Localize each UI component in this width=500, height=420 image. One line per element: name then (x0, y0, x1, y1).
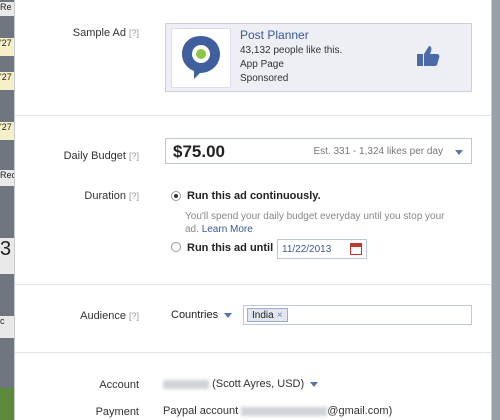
chevron-down-icon (224, 312, 233, 318)
ad-likes-count: 43,132 people like this. (240, 45, 343, 56)
section-divider (15, 115, 491, 116)
bg-fragment: Re (0, 2, 14, 16)
payment-email-suffix: @gmail.com) (327, 405, 393, 417)
audience-type-dropdown[interactable]: Countries (171, 309, 233, 321)
daily-budget-label: Daily Budget [?] (63, 150, 139, 162)
continuous-note: You'll spend your daily budget everyday … (185, 211, 445, 235)
redacted-account-name (163, 379, 209, 389)
section-divider (15, 352, 491, 353)
section-divider (15, 284, 491, 285)
daily-budget-select[interactable]: $75.00 Est. 331 - 1,324 likes per day (165, 138, 472, 164)
background-page-strip: Re '27 '27 '27 Rec 3 c (0, 0, 14, 420)
duration-label: Duration [?] (84, 190, 139, 202)
redacted-email (241, 406, 328, 416)
ad-page-type: App Page (240, 59, 284, 70)
ad-page-name[interactable]: Post Planner (240, 28, 309, 42)
payment-method: Paypal account @gmail.com) (163, 405, 392, 417)
bg-fragment: 3 (0, 238, 14, 274)
payment-prefix: Paypal account (163, 405, 239, 417)
help-link[interactable]: [?] (129, 28, 139, 38)
run-continuously-label[interactable]: Run this ad continuously. (187, 190, 321, 202)
audience-type-value: Countries (171, 309, 219, 321)
calendar-icon[interactable] (350, 243, 362, 255)
ad-sponsored-tag: Sponsored (240, 73, 289, 84)
run-until-radio[interactable] (171, 242, 181, 252)
budget-amount: $75.00 (173, 142, 225, 161)
like-thumb-icon (417, 46, 440, 66)
chevron-down-icon (310, 381, 319, 387)
end-date-input[interactable]: 11/22/2013 (277, 239, 367, 259)
account-owner: (Scott Ayres, USD) (212, 378, 305, 390)
run-continuously-radio[interactable] (171, 191, 181, 201)
bg-fragment: c (0, 316, 14, 338)
account-selector[interactable]: (Scott Ayres, USD) (163, 378, 319, 390)
run-until-label[interactable]: Run this ad until (187, 242, 273, 254)
remove-token-icon[interactable]: × (277, 310, 283, 321)
country-token: India × (247, 308, 288, 322)
payment-label: Payment (95, 406, 139, 418)
learn-more-link[interactable]: Learn More (202, 224, 253, 235)
sample-ad-preview: Post Planner 43,132 people like this. Ap… (165, 23, 472, 92)
country-token-input[interactable]: India × (243, 305, 472, 325)
help-link[interactable]: [?] (129, 191, 139, 201)
bg-fragment: '27 (0, 72, 14, 90)
account-label: Account (99, 379, 139, 391)
bg-fragment: Rec (0, 170, 14, 186)
background-right-edge (492, 0, 500, 420)
sample-ad-label: Sample Ad [?] (72, 27, 139, 39)
chevron-down-icon (455, 150, 463, 155)
ad-create-dialog: Sample Ad [?] Post Planner 43,132 people … (14, 0, 492, 420)
help-link[interactable]: [?] (129, 151, 139, 161)
bg-fragment: '27 (0, 122, 14, 140)
bg-fragment: '27 (0, 38, 14, 56)
budget-estimate: Est. 331 - 1,324 likes per day (313, 146, 443, 157)
bg-fragment (0, 388, 14, 420)
help-link[interactable]: [?] (129, 311, 139, 321)
end-date-value: 11/22/2013 (282, 244, 332, 255)
post-planner-logo[interactable] (171, 28, 231, 88)
audience-label: Audience [?] (80, 310, 139, 322)
